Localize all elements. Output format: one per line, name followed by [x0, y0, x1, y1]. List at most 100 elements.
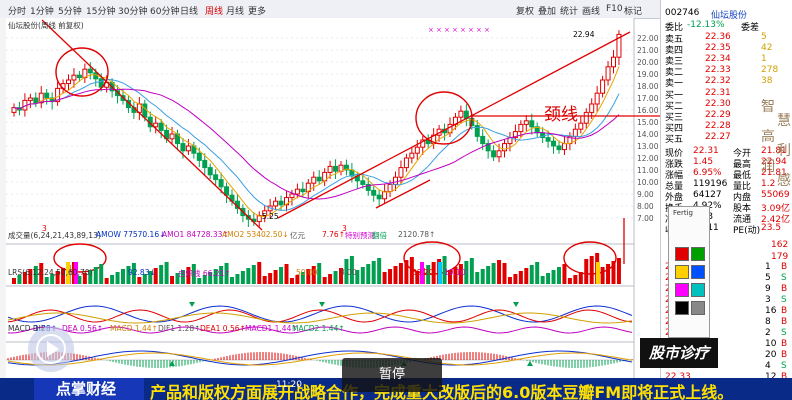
tab-timeframe-7[interactable]: 周线: [205, 4, 223, 17]
volume-bar: [546, 273, 551, 284]
color-swatch[interactable]: [675, 247, 689, 261]
volume-bar: [328, 274, 333, 284]
volume-bar: [279, 267, 284, 284]
candle-body: [376, 194, 382, 200]
volume-bar: [578, 272, 583, 284]
tab-timeframe-0[interactable]: 分时: [8, 4, 26, 17]
volume-bar: [480, 269, 485, 284]
volume-bar: [551, 270, 556, 284]
bid-label: 买五: [665, 135, 684, 145]
panel-marker-0: 3: [42, 224, 47, 233]
vol-values-0: AMOW 77570.16↓: [96, 230, 166, 239]
trade-volume: 1: [765, 262, 771, 272]
volume-bar: [333, 271, 338, 284]
macd-values-3: DIF1 1.28↑: [158, 324, 201, 333]
color-swatch[interactable]: [691, 247, 705, 261]
color-swatch[interactable]: [675, 265, 689, 279]
toolbar-button-3[interactable]: 画线: [582, 4, 600, 17]
stat-label2: PE(动): [733, 226, 761, 236]
color-swatch[interactable]: [691, 265, 705, 279]
volume-bar: [240, 271, 245, 284]
bid-price: 22.29: [705, 110, 731, 120]
candle-body: [311, 176, 317, 184]
ask-price: 22.34: [705, 54, 731, 64]
candle-body: [480, 135, 486, 145]
toolbar-button-2[interactable]: 统计: [560, 4, 578, 17]
pause-button[interactable]: 暂停: [342, 358, 442, 392]
marker-cross: ×: [476, 26, 482, 34]
candle-body: [523, 120, 529, 125]
volume-bar: [497, 260, 502, 284]
side-number: 179: [771, 252, 789, 262]
candle-body: [71, 74, 77, 81]
toolbar-button-5[interactable]: 标记: [624, 4, 642, 17]
volume-bar: [388, 269, 393, 284]
toolbar-button-1[interactable]: 叠加: [538, 4, 556, 17]
color-swatch[interactable]: [675, 283, 689, 297]
candle-body: [382, 191, 388, 200]
lrs-values-4: 38.20: [412, 268, 434, 277]
candle-body: [300, 188, 306, 193]
volume-bar: [475, 272, 480, 284]
candle-body: [502, 143, 507, 152]
bid-price: 22.28: [705, 121, 731, 131]
volume-bar: [469, 258, 474, 284]
candle-body: [458, 110, 464, 118]
tab-timeframe-1[interactable]: 1分钟: [30, 4, 54, 17]
color-swatch[interactable]: [675, 301, 689, 315]
y-axis-label: 16.00: [637, 106, 659, 115]
tab-timeframe-6[interactable]: 日线: [180, 4, 198, 17]
tab-timeframe-8[interactable]: 月线: [226, 4, 244, 17]
tab-timeframe-5[interactable]: 60分钟: [150, 4, 179, 17]
ask-volume: 5: [761, 32, 767, 42]
volume-bar: [486, 266, 491, 284]
toolbar-button-0[interactable]: 复权: [516, 4, 534, 17]
volume-bar: [606, 264, 611, 284]
volume-bar: [518, 271, 523, 284]
marker-cross: ×: [468, 26, 474, 34]
candle-body: [387, 183, 393, 193]
volume-bar: [366, 264, 371, 284]
tab-timeframe-3[interactable]: 15分钟: [86, 4, 115, 17]
volume-bar: [524, 268, 529, 284]
tab-timeframe-9[interactable]: 更多: [248, 4, 266, 17]
marker-cross: ×: [428, 26, 434, 34]
stat-row: 总量 119196 量比 1.2: [665, 179, 791, 192]
volume-bar: [535, 262, 540, 284]
volume-bar: [589, 256, 594, 284]
tab-timeframe-2[interactable]: 5分钟: [58, 4, 82, 17]
play-icon[interactable]: [28, 326, 74, 372]
candle-body: [169, 133, 175, 140]
candle-body: [594, 92, 600, 105]
candle-body: [600, 79, 606, 94]
volume-bar: [513, 274, 518, 284]
volume-bar: [596, 262, 600, 284]
volume-bar: [93, 267, 98, 284]
stat-row: 外盘 64127 内盘 55069: [665, 190, 791, 203]
toolbar-button-4[interactable]: F10: [606, 4, 623, 14]
trade-volume: 9: [765, 284, 771, 294]
candle-body: [66, 79, 71, 85]
tab-timeframe-4[interactable]: 30分钟: [118, 4, 147, 17]
volume-bar: [317, 263, 322, 284]
ask-volume: 42: [761, 43, 773, 53]
trade-direction: B: [781, 317, 788, 327]
color-swatch[interactable]: [691, 283, 705, 297]
stat-value2: 1.2: [761, 179, 776, 189]
stock-code: 002746: [665, 8, 700, 18]
candle-body: [393, 176, 398, 185]
stat-value: 64127: [693, 190, 722, 200]
bid-price: 22.30: [705, 99, 731, 109]
marker-cross: ×: [484, 26, 490, 34]
high-price-label: 22.94: [573, 30, 595, 39]
drawing-palette[interactable]: Fertig: [668, 206, 710, 338]
watermark-logo: 股市诊疗: [640, 338, 718, 368]
candle-body: [371, 189, 377, 196]
candle-body: [611, 56, 616, 68]
color-swatch[interactable]: [691, 301, 705, 315]
volume-bar: [251, 265, 256, 284]
volume-header: 成交量(6,24,21,43,89,13): [8, 231, 101, 240]
volume-bar: [170, 276, 175, 284]
ask-row: 卖四 22.35 42: [665, 43, 791, 56]
volume-bar: [322, 277, 327, 284]
